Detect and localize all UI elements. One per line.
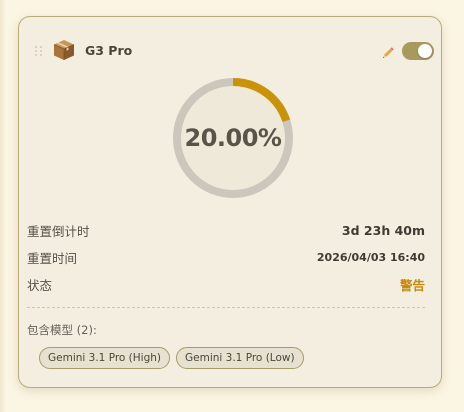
status-row: 状态 警告 [27,274,425,294]
status-value: 警告 [399,277,425,293]
enable-toggle[interactable] [402,42,434,60]
included-models-label: 包含模型 (2): [27,323,97,337]
model-chip[interactable]: Gemini 3.1 Pro (Low) [176,347,304,369]
reset-countdown-value: 3d 23h 40m [341,222,425,238]
gauge-percentage: 20.00% [184,124,282,152]
reset-time-value: 2026/04/03 16:40 [316,250,425,264]
pencil-icon[interactable] [381,45,395,59]
reset-time-label: 重置时间 [27,250,78,266]
model-chip[interactable]: Gemini 3.1 Pro (High) [39,347,171,369]
reset-countdown-row: 重置倒计时 3d 23h 40m [27,220,425,240]
usage-gauge: 20.00% [171,76,295,200]
drag-handle[interactable] [35,46,43,58]
quota-card: G3 Pro 20.00% 重置倒计时 3d 23h 40m 重置时间 2026… [18,16,442,388]
window-edge [0,0,6,412]
divider [27,307,425,308]
toggle-knob [418,44,432,58]
reset-countdown-label: 重置倒计时 [27,223,90,239]
reset-time-row: 重置时间 2026/04/03 16:40 [27,247,425,267]
card-title: G3 Pro [85,43,133,58]
package-box-icon [53,39,75,61]
status-label: 状态 [27,277,53,293]
model-chip-list: Gemini 3.1 Pro (High) Gemini 3.1 Pro (Lo… [39,347,304,369]
